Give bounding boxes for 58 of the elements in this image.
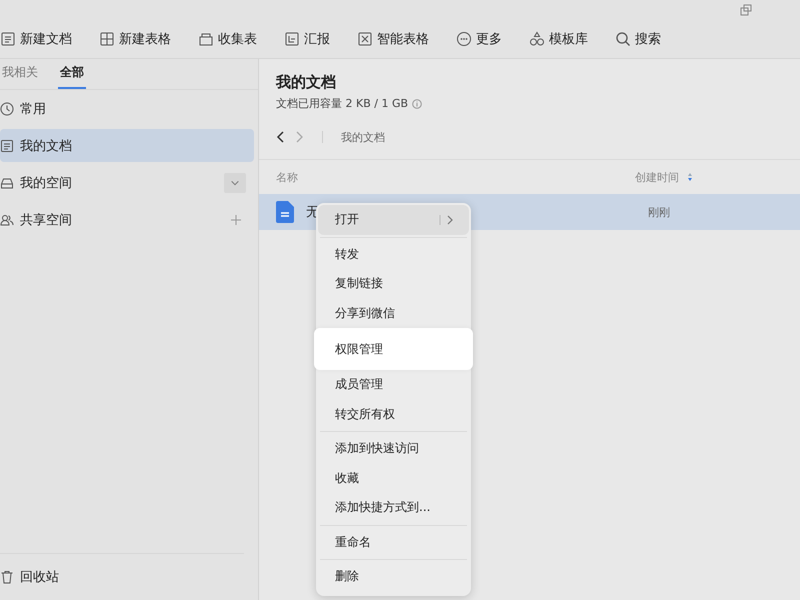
menu-item[interactable]: 添加快捷方式到... [318,493,469,522]
info-icon[interactable] [412,98,422,108]
menu-item[interactable]: 分享到微信 [318,298,469,328]
trash-icon [0,570,14,584]
toolbar-button[interactable]: 汇报 [284,27,336,51]
page-title: 我的文档 [276,73,337,92]
column-header: 名称 [276,170,299,184]
sidebar-item[interactable]: 我的空间 [0,166,254,199]
document-icon [276,201,294,223]
people-icon [0,212,14,226]
menu-item[interactable]: 删除 [318,562,469,592]
menu-item[interactable]: 转发 [318,240,469,269]
toolbar-button[interactable]: 模板库 [529,27,594,51]
restore-icon[interactable] [740,4,752,16]
toolbar-button[interactable]: 收集表 [198,27,263,51]
storage-text: 文档已用容量 2 KB / 1 GB [276,96,408,111]
created-time: 刚刚 [648,204,670,220]
menu-item[interactable]: 复制链接 [318,269,469,298]
back-icon[interactable] [276,131,286,143]
sidebar-label: 共享空间 [20,212,72,228]
sidebar-item[interactable]: 共享空间 [0,203,254,236]
menu-item[interactable]: 重命名 [318,528,469,557]
shapes-icon [529,31,545,47]
collapse-button[interactable] [224,172,246,192]
trash-label: 回收站 [20,569,59,586]
menu-item[interactable]: 收藏 [318,464,469,493]
document-icon [0,31,16,47]
trash-item[interactable]: 回收站 [0,560,258,594]
sidebar-item[interactable]: 我的文档 [0,129,254,162]
table-icon [99,31,115,47]
sidebar-label: 我的文档 [20,138,72,154]
search-icon [615,31,631,47]
toolbar-button[interactable]: 智能表格 [357,27,435,51]
more-icon [456,31,472,47]
menu-item[interactable]: 权限管理 [314,328,473,370]
sidebar-label: 我的空间 [20,174,72,192]
drive-icon [0,176,14,190]
tray-icon [198,31,214,47]
toolbar-button[interactable]: 新建表格 [99,27,177,51]
clock-icon [0,102,14,116]
breadcrumb[interactable]: 我的文档 [341,130,385,144]
sidebar-tab[interactable]: 全部 [58,64,86,89]
toolbar-button[interactable]: 新建文档 [0,27,78,51]
toolbar-button[interactable]: 搜索 [615,27,667,51]
menu-item[interactable]: 成员管理 [318,370,469,400]
crossed-box-icon [357,31,373,47]
sidebar-label: 常用 [20,100,46,118]
forward-icon[interactable] [294,131,304,143]
menu-item[interactable]: 打开 [318,205,469,234]
add-icon[interactable] [230,214,242,226]
report-icon [284,31,300,47]
sidebar-tab[interactable]: 我相关 [0,64,40,89]
menu-item[interactable]: 转交所有权 [318,400,469,429]
menu-item[interactable]: 添加到快速访问 [318,434,469,464]
sidebar-item[interactable]: 常用 [0,92,254,125]
document-icon [0,138,14,152]
toolbar-button[interactable]: 更多 [456,27,508,51]
sort-icon[interactable] [687,172,693,182]
